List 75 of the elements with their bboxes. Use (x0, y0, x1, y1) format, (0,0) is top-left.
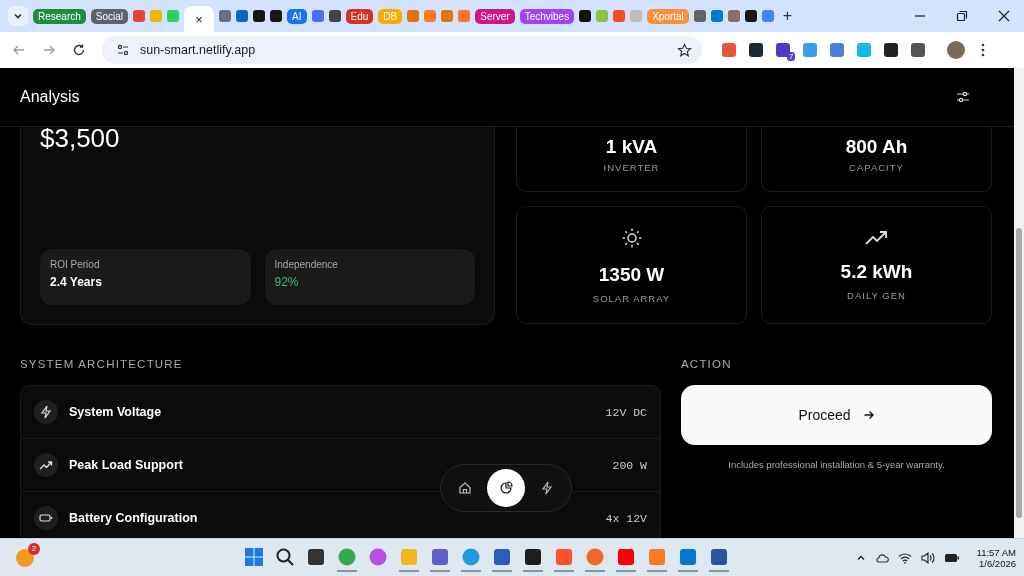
sun-icon (620, 226, 643, 249)
clock-date[interactable]: 1/6/2026 (979, 557, 1016, 569)
stat-value: 1350 W (598, 263, 665, 286)
section-heading: SYSTEM ARCHITECTURE (20, 358, 184, 370)
tab-favicon-icon[interactable] (253, 10, 266, 22)
row-value: 4x 12V (605, 511, 647, 525)
tab-group[interactable]: Server (475, 8, 515, 24)
forward-icon[interactable] (42, 43, 56, 57)
row-value: 12V DC (605, 405, 647, 419)
nav-button[interactable] (487, 469, 525, 507)
trend-up-icon (864, 229, 889, 246)
tab-favicon-icon[interactable] (579, 10, 592, 22)
caret-icon (13, 11, 23, 21)
row-label: Battery Configuration (69, 511, 198, 525)
stat-label: SOLAR ARRAY (592, 292, 671, 304)
extension-icon[interactable] (749, 43, 763, 57)
wifi-icon[interactable] (897, 551, 912, 564)
notification-icon[interactable] (16, 548, 34, 567)
extension-icon[interactable] (830, 43, 844, 57)
tab-group[interactable]: Techvibes (519, 8, 575, 24)
metric-label: Independence (274, 259, 339, 270)
tab-group[interactable]: Research (33, 8, 86, 24)
row-label: System Voltage (69, 405, 162, 419)
bolt-icon (540, 481, 554, 495)
tab-group[interactable]: AI (287, 8, 307, 24)
extension-badge: 7 (787, 52, 796, 61)
volume-icon[interactable] (920, 551, 935, 564)
battery-icon (34, 506, 58, 530)
stat-value: 5.2 kWh (840, 260, 913, 283)
active-tab[interactable]: × (184, 6, 215, 32)
tab-search-button[interactable] (8, 6, 28, 26)
notification-badge: 2 (28, 542, 40, 555)
url-text: sun-smart.netlify.app (140, 43, 256, 57)
warranty-note: Includes professional installation & 5-year warranty. (727, 459, 946, 470)
metric-value: 2.4 Years (50, 275, 103, 289)
scrollbar[interactable] (1014, 68, 1024, 538)
pie-chart-icon (499, 481, 513, 495)
stat-label: INVERTER (603, 162, 660, 173)
bolt-icon (34, 400, 58, 424)
reload-icon[interactable] (72, 43, 86, 57)
tab-favicon-icon[interactable] (270, 10, 283, 22)
tab-favicon-icon[interactable] (328, 10, 341, 22)
row-label: Peak Load Support (69, 458, 183, 472)
stat-label: CAPACITY (849, 162, 904, 173)
settings-icon[interactable] (956, 90, 970, 104)
trend-up-icon (34, 453, 58, 477)
clock-time[interactable]: 11:57 AM (976, 546, 1016, 558)
close-icon[interactable] (998, 10, 1010, 22)
tab-group[interactable]: Edu (345, 8, 374, 24)
stat-value: 800 Ah (845, 136, 908, 158)
section-heading: ACTION (681, 358, 733, 370)
tab-group[interactable]: Social (90, 8, 129, 24)
back-icon[interactable] (12, 43, 26, 57)
extension-icon[interactable] (776, 43, 790, 57)
page-title: Analysis (20, 88, 80, 106)
arrow-right-icon (862, 409, 875, 421)
battery-icon[interactable] (943, 552, 960, 563)
site-info-icon[interactable] (116, 43, 130, 57)
extension-icon[interactable] (884, 43, 898, 57)
home-icon (458, 481, 472, 495)
bookmark-star-icon[interactable] (677, 42, 692, 58)
tab-favicon-icon[interactable] (744, 10, 757, 22)
stat-value: 1 kVA (605, 136, 658, 158)
new-tab-button[interactable]: + (778, 7, 797, 25)
address-bar[interactable]: sun-smart.netlify.app (102, 36, 702, 64)
proceed-button[interactable]: Proceed (681, 385, 992, 445)
metric-label: ROI Period (50, 259, 101, 270)
metric-value: 92% (274, 275, 300, 289)
extension-icon[interactable] (911, 43, 925, 57)
restore-icon[interactable] (956, 10, 968, 22)
menu-icon[interactable] (981, 43, 985, 57)
total-cost: $3,500 (40, 123, 121, 154)
profile-avatar[interactable] (947, 41, 965, 59)
row-value: 200 W (612, 458, 647, 472)
stat-label: DAILY GEN (847, 289, 906, 301)
